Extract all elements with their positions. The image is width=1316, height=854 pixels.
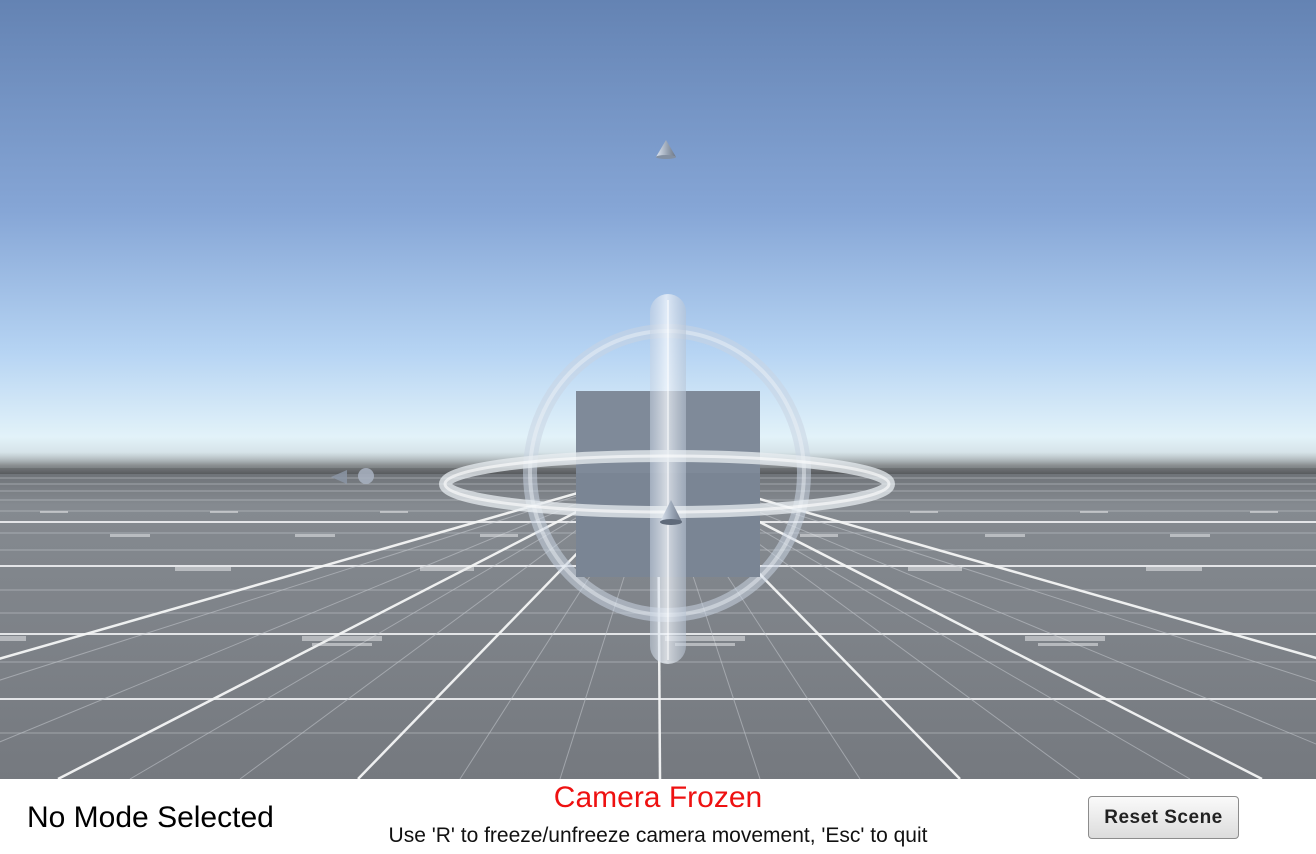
scene-viewport[interactable] bbox=[0, 0, 1316, 779]
bottom-hud: No Mode Selected Camera Frozen Use 'R' t… bbox=[0, 779, 1316, 854]
reset-scene-button[interactable]: Reset Scene bbox=[1088, 796, 1239, 839]
